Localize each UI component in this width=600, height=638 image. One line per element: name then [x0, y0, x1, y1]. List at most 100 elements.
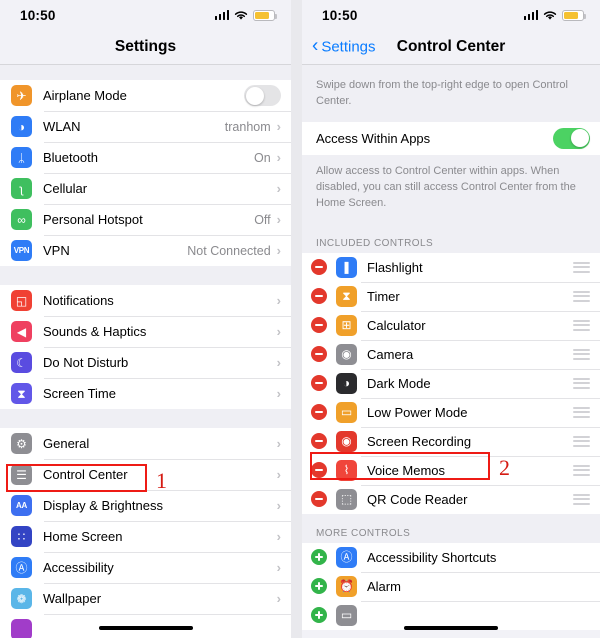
drag-handle-icon[interactable] — [573, 261, 590, 273]
control-row-low-power-mode[interactable]: ▭ Low Power Mode — [302, 397, 600, 427]
control-row-label: Dark Mode — [367, 375, 431, 391]
control-row-calculator[interactable]: ⊞ Calculator — [302, 310, 600, 340]
control-row-camera[interactable]: ◉ Camera — [302, 339, 600, 369]
control-row-accessibility-shortcuts[interactable]: Ⓐ Accessibility Shortcuts — [302, 542, 600, 572]
chevron-right-icon: › — [276, 498, 281, 513]
chevron-right-icon: › — [276, 591, 281, 606]
settings-row-airplane-mode[interactable]: ✈ Airplane Mode — [0, 80, 291, 111]
drag-handle-icon[interactable] — [573, 435, 590, 447]
camera-icon: ◉ — [336, 343, 357, 365]
siri-icon — [11, 619, 32, 638]
remove-control-button[interactable] — [311, 259, 327, 276]
notifications-icon: ◱ — [11, 290, 32, 311]
control-row-qr-code-reader[interactable]: ⬚ QR Code Reader — [302, 484, 600, 514]
add-control-button[interactable] — [311, 578, 327, 595]
drag-handle-icon[interactable] — [573, 319, 590, 331]
cellular-icon: ʅ — [11, 178, 32, 199]
back-label: Settings — [321, 38, 376, 56]
add-control-button[interactable] — [311, 549, 327, 566]
access-within-apps-group: Access Within Apps — [302, 121, 600, 155]
settings-row-general[interactable]: ⚙ General › — [0, 428, 291, 459]
settings-row-label: Sounds & Haptics — [43, 324, 147, 339]
drag-handle-icon[interactable] — [573, 406, 590, 418]
screen-recording-icon: ◉ — [336, 430, 357, 452]
add-control-button[interactable] — [311, 607, 327, 624]
qr-code-reader-icon: ⬚ — [336, 488, 357, 510]
settings-row-value: tranhom — [224, 119, 271, 134]
back-button[interactable]: ‹ Settings — [312, 37, 376, 56]
access-within-apps-toggle[interactable] — [553, 127, 590, 149]
accessibility-icon: Ⓐ — [336, 546, 357, 568]
control-row-alarm[interactable]: ⏰ Alarm — [302, 571, 600, 601]
wifi-icon — [234, 10, 248, 20]
settings-row-screen-time[interactable]: ⧗ Screen Time › — [0, 378, 291, 409]
settings-row-value: On — [253, 150, 271, 165]
drag-handle-icon[interactable] — [573, 493, 590, 505]
drag-handle-icon[interactable] — [573, 348, 590, 360]
settings-row-display-brightness[interactable]: AA Display & Brightness › — [0, 490, 291, 521]
control-center-screen: 10:50 ‹ Settings Control Center Swipe do… — [302, 0, 600, 638]
settings-row-cellular[interactable]: ʅ Cellular › — [0, 173, 291, 204]
settings-row-vpn[interactable]: VPN VPN Not Connected › — [0, 235, 291, 266]
settings-row-label: WLAN — [43, 119, 81, 134]
annotation-number-1: 1 — [156, 468, 167, 493]
airplane-mode-toggle[interactable] — [244, 85, 281, 106]
status-time: 10:50 — [322, 7, 358, 23]
status-indicators — [523, 9, 586, 21]
settings-row-notifications[interactable]: ◱ Notifications › — [0, 285, 291, 316]
settings-row-label: Cellular — [43, 181, 88, 196]
control-row-timer[interactable]: ⧗ Timer — [302, 281, 600, 311]
calculator-icon: ⊞ — [336, 314, 357, 336]
toggle-knob — [245, 86, 264, 105]
control-row-voice-memos[interactable]: ⌇ Voice Memos — [302, 455, 600, 485]
settings-row-control-center[interactable]: ☰ Control Center › — [0, 459, 291, 490]
more-controls-list: Ⓐ Accessibility Shortcuts ⏰ Alarm ▭ — [302, 542, 600, 630]
settings-row-do-not-disturb[interactable]: ☾ Do Not Disturb › — [0, 347, 291, 378]
settings-group-connectivity: ✈ Airplane Mode ◑ WLAN tranhom › ᛦ Bluetooth On ›… — [0, 80, 291, 266]
more-controls-header: MORE CONTROLS — [302, 513, 600, 543]
settings-row-personal-hotspot[interactable]: ∞ Personal Hotspot Off › — [0, 204, 291, 235]
drag-handle-icon[interactable] — [573, 377, 590, 389]
settings-row-home-screen[interactable]: ∷ Home Screen › — [0, 521, 291, 552]
drag-handle-icon[interactable] — [573, 290, 590, 302]
remove-control-button[interactable] — [311, 375, 327, 392]
remove-control-button[interactable] — [311, 288, 327, 305]
settings-row-accessibility[interactable]: Ⓐ Accessibility › — [0, 552, 291, 583]
settings-row-wlan[interactable]: ◑ WLAN tranhom › — [0, 111, 291, 142]
screenshot-stage: 10:50 Settings ✈ Airplane Mode ◑ WLAN tranho… — [0, 0, 600, 638]
settings-row-label: Accessibility — [43, 560, 114, 575]
cellular-signal-icon — [214, 10, 229, 20]
remove-control-button[interactable] — [311, 346, 327, 363]
chevron-right-icon: › — [276, 355, 281, 370]
control-row-flashlight[interactable]: ❚ Flashlight — [302, 252, 600, 282]
group-gap — [0, 266, 291, 285]
included-controls-list: ❚ Flashlight ⧗ Timer ⊞ Calculator ◉ Camera ◑ Dark… — [302, 252, 600, 514]
remove-control-button[interactable] — [311, 491, 327, 508]
sounds-haptics-icon: ◀ — [11, 321, 32, 342]
settings-row-sounds-haptics[interactable]: ◀ Sounds & Haptics › — [0, 316, 291, 347]
control-row-screen-recording[interactable]: ◉ Screen Recording — [302, 426, 600, 456]
settings-group-notifications: ◱ Notifications › ◀ Sounds & Haptics › ☾ Do Not… — [0, 285, 291, 409]
do-not-disturb-icon: ☾ — [11, 352, 32, 373]
settings-row-label: Notifications — [43, 293, 114, 308]
control-row-dark-mode[interactable]: ◑ Dark Mode — [302, 368, 600, 398]
settings-row-wallpaper[interactable]: ❁ Wallpaper › — [0, 583, 291, 614]
settings-row-bluetooth[interactable]: ᛦ Bluetooth On › — [0, 142, 291, 173]
battery-icon — [562, 9, 586, 21]
settings-row-label: Do Not Disturb — [43, 355, 129, 370]
chevron-right-icon: › — [276, 150, 281, 165]
access-within-apps-row[interactable]: Access Within Apps — [302, 121, 600, 155]
remove-control-button[interactable] — [311, 433, 327, 450]
remove-control-button[interactable] — [311, 462, 327, 479]
settings-row-label: Airplane Mode — [43, 88, 127, 103]
remove-control-button[interactable] — [311, 317, 327, 334]
home-indicator-right — [404, 626, 498, 630]
status-bar-right: 10:50 — [302, 0, 600, 30]
control-row-label: Voice Memos — [367, 462, 446, 478]
remove-control-button[interactable] — [311, 404, 327, 421]
drag-handle-icon[interactable] — [573, 464, 590, 476]
status-time: 10:50 — [20, 7, 56, 23]
wifi-icon — [543, 10, 557, 20]
chevron-right-icon: › — [276, 119, 281, 134]
settings-row-value: Off — [254, 212, 271, 227]
